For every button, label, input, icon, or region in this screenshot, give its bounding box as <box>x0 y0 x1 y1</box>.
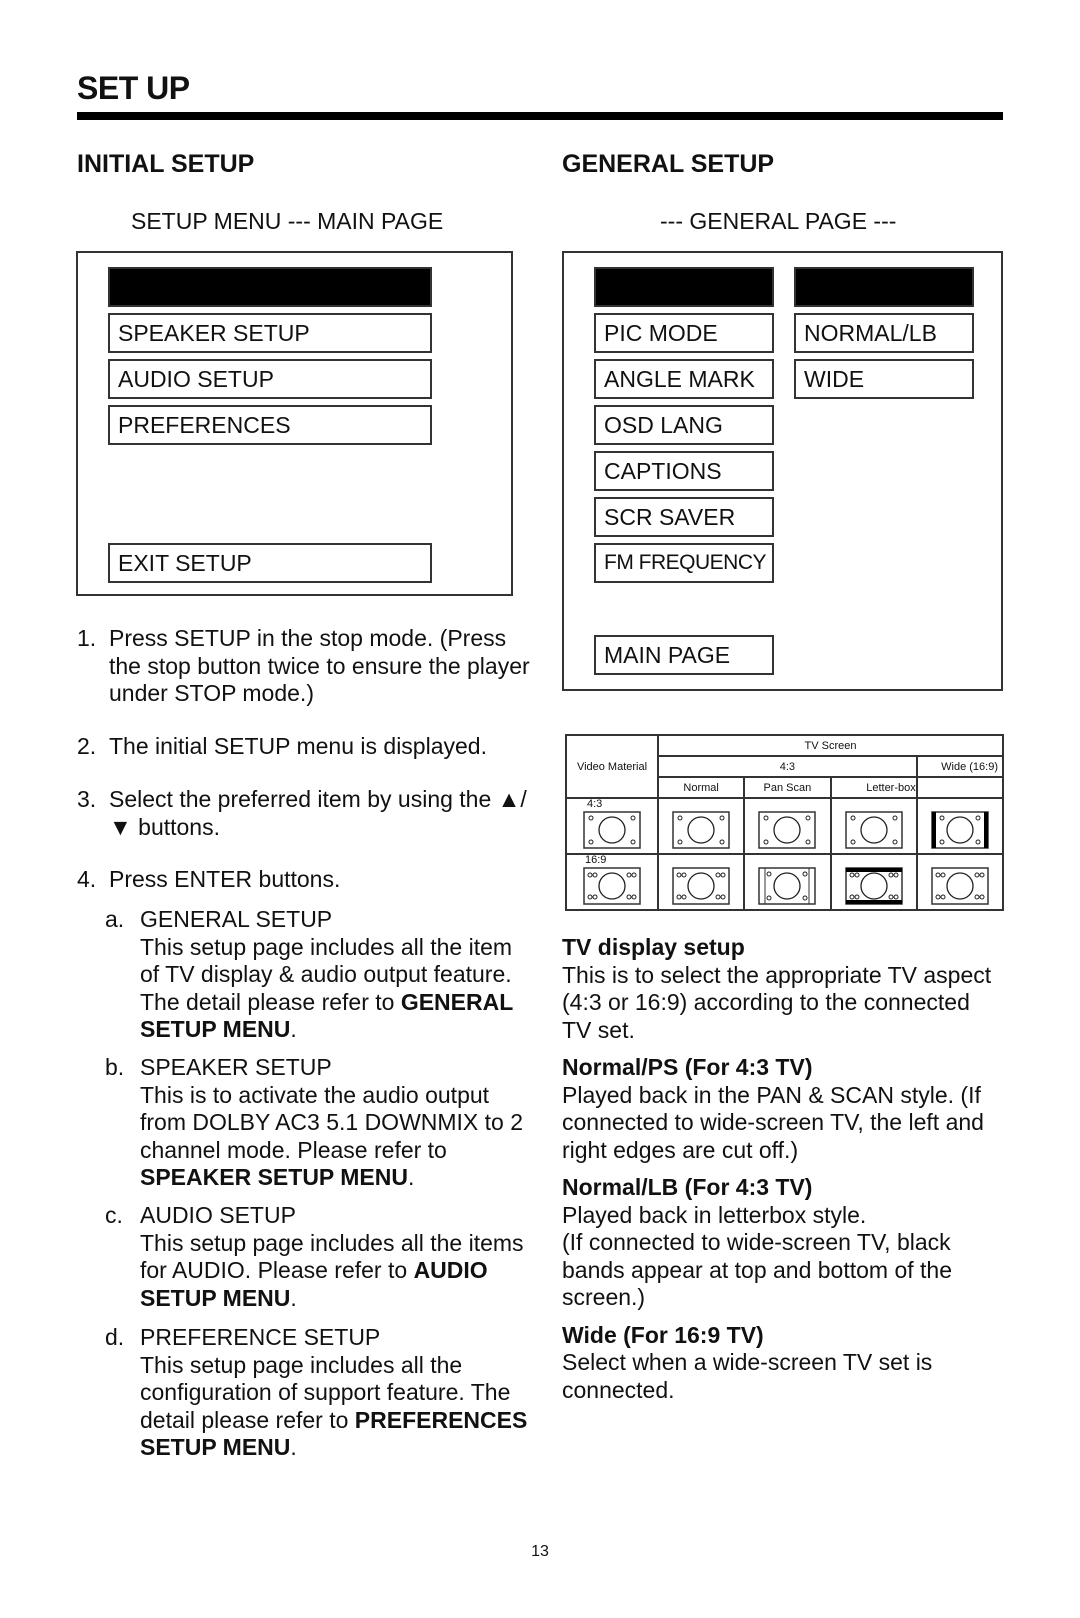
sub-item-speaker-setup: b. SPEAKER SETUP This is to activate the … <box>105 1054 524 1190</box>
menu-item-fm-frequency[interactable]: FM FREQUENCY <box>594 543 774 583</box>
menu-item-scr-saver[interactable]: SCR SAVER <box>594 497 774 537</box>
option-normal-lb[interactable]: NORMAL/LB <box>794 313 974 353</box>
screen-4-3-wide-icon <box>918 810 1002 850</box>
section-tv-display-setup: TV display setup This is to select the ap… <box>562 934 992 1043</box>
menu-item-angle-mark[interactable]: ANGLE MARK <box>594 359 774 399</box>
menu-item-audio-setup[interactable]: AUDIO SETUP <box>108 359 432 399</box>
tv-screen-header: TV Screen <box>657 734 1004 757</box>
screen-4-3-panscan-icon <box>745 810 829 850</box>
ratio-4-3-header: 4:3 <box>657 755 918 778</box>
step-3: 3. Select the preferred item by using the… <box>77 786 527 840</box>
option-header-highlight <box>794 267 974 307</box>
source-4-3-cell: 4:3 <box>565 797 659 855</box>
sub-item-audio-setup: c. AUDIO SETUP This setup page includes a… <box>105 1202 524 1311</box>
general-page-menu: PIC MODE ANGLE MARK OSD LANG CAPTIONS SC… <box>562 251 1003 691</box>
wide-header: Wide (16:9) <box>915 755 1005 778</box>
section-normal-lb: Normal/LB (For 4:3 TV) Played back in let… <box>562 1174 953 1310</box>
title-divider <box>77 112 1003 120</box>
screen-16-9-normal-icon <box>659 866 743 906</box>
mode-normal: Normal <box>656 776 746 799</box>
screen-4-3-letterbox-icon <box>832 810 916 850</box>
option-wide[interactable]: WIDE <box>794 359 974 399</box>
menu-item-captions[interactable]: CAPTIONS <box>594 451 774 491</box>
section-wide: Wide (For 16:9 TV) Select when a wide-scr… <box>562 1321 933 1403</box>
page-title: SET UP <box>77 70 190 106</box>
screen-16-9-letterbox-icon <box>832 866 916 906</box>
step-1: 1. Press SETUP in the stop mode. (Press t… <box>77 625 530 706</box>
step-2: 2. The initial SETUP menu is displayed. <box>77 733 487 759</box>
general-setup-heading: GENERAL SETUP <box>562 150 775 178</box>
screen-16-9-wide-icon <box>918 866 1002 906</box>
menu-item-exit-setup[interactable]: EXIT SETUP <box>108 543 432 583</box>
sub-item-preference-setup: d. PREFERENCE SETUP This setup page inclu… <box>105 1324 528 1460</box>
menu-item-osd-lang[interactable]: OSD LANG <box>594 405 774 445</box>
source-16-9-cell: 16:9 <box>565 853 659 911</box>
main-menu-caption: SETUP MENU --- MAIN PAGE <box>131 208 444 234</box>
menu-item-preferences[interactable]: PREFERENCES <box>108 405 432 445</box>
menu-item-pic-mode[interactable]: PIC MODE <box>594 313 774 353</box>
tv-display-descriptions: TV display setup This is to select the ap… <box>562 934 1002 1414</box>
menu-item-general-setup-highlighted[interactable] <box>108 267 432 307</box>
menu-item-main-page[interactable]: MAIN PAGE <box>594 635 774 675</box>
speaker-setup-menu-ref: SPEAKER SETUP MENU <box>140 1164 408 1190</box>
main-page-menu: SPEAKER SETUP AUDIO SETUP PREFERENCES EX… <box>76 251 513 596</box>
screen-4-3-normal-icon <box>659 810 743 850</box>
page-number: 13 <box>531 1543 549 1560</box>
section-normal-ps: Normal/PS (For 4:3 TV) Played back in the… <box>562 1054 984 1163</box>
general-page-caption: --- GENERAL PAGE --- <box>660 208 897 234</box>
screen-16-9-panscan-icon <box>745 866 829 906</box>
sub-item-general-setup: a. GENERAL SETUP This setup page includes… <box>105 906 513 1042</box>
initial-setup-heading: INITIAL SETUP <box>77 150 255 178</box>
screen-16-9-source-icon <box>567 866 657 906</box>
mode-pan-scan: Pan Scan <box>743 776 832 799</box>
screen-4-3-source-icon <box>567 810 657 850</box>
step-4: 4. Press ENTER buttons. <box>77 866 341 892</box>
general-menu-header-highlight <box>594 267 774 307</box>
video-material-header: Video Material <box>565 734 659 799</box>
mode-letter-box: Letter-box <box>829 776 918 799</box>
tv-aspect-table: Video Material TV Screen 4:3 Wide (16:9)… <box>565 734 1005 911</box>
menu-item-speaker-setup[interactable]: SPEAKER SETUP <box>108 313 432 353</box>
